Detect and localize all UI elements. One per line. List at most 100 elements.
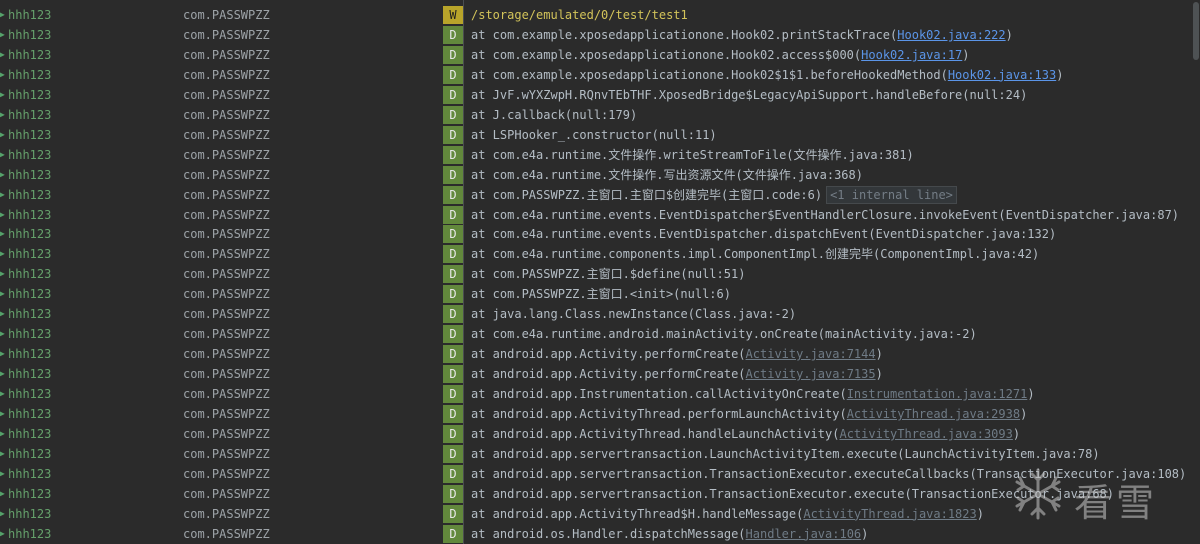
log-tag: hhh123: [8, 47, 52, 62]
log-tag: hhh123: [8, 27, 52, 42]
framework-source-link[interactable]: ActivityThread.java:2938: [847, 407, 1020, 421]
row-marker-icon: ▶: [0, 169, 5, 179]
log-row[interactable]: ▶ hhh123 com.PASSWPZZ Dat java.lang.Class.n…: [0, 304, 1192, 324]
log-row[interactable]: ▶ hhh123 com.PASSWPZZ Dat J.callback(null:1…: [0, 105, 1192, 125]
log-row[interactable]: ▶ hhh123 com.PASSWPZZ Dat android.app.Activ…: [0, 404, 1192, 424]
log-level-badge: D: [443, 145, 463, 164]
log-tag: hhh123: [8, 147, 52, 162]
vertical-scrollbar[interactable]: [1192, 0, 1200, 544]
log-row[interactable]: ▶ hhh123 com.PASSWPZZ Dat android.app.Activ…: [0, 504, 1192, 524]
message-text: ): [875, 347, 883, 362]
log-row[interactable]: ▶ hhh123 com.PASSWPZZ Dat android.app.Activ…: [0, 424, 1192, 444]
log-package: com.PASSWPZZ: [183, 307, 270, 322]
row-marker-icon: ▶: [0, 229, 5, 239]
folded-lines-toggle[interactable]: <1 internal line>: [826, 185, 957, 204]
row-marker-icon: ▶: [0, 508, 5, 518]
framework-source-link[interactable]: Activity.java:7135: [746, 367, 876, 381]
message-text: at com.e4a.runtime.文件操作.写出资源文件(文件操作.java…: [471, 167, 863, 182]
logcat-panel: ▶ hhh123 com.PASSWPZZ W/storage/emulated/0/…: [0, 0, 1200, 544]
log-tag: hhh123: [8, 227, 52, 242]
log-level-badge: D: [443, 245, 463, 264]
log-level-badge: D: [443, 65, 463, 84]
log-row[interactable]: ▶ hhh123 com.PASSWPZZ Dat com.example.xpose…: [0, 25, 1192, 45]
message-text: at android.app.servertransaction.Transac…: [471, 466, 1187, 481]
log-level-badge: D: [443, 125, 463, 144]
framework-source-link[interactable]: Activity.java:7144: [746, 347, 876, 361]
log-message: at com.example.xposedapplicationone.Hook…: [471, 25, 1013, 45]
log-level-badge: D: [443, 524, 463, 543]
log-package: com.PASSWPZZ: [183, 287, 270, 302]
row-marker-icon: ▶: [0, 249, 5, 259]
log-row[interactable]: ▶ hhh123 com.PASSWPZZ Dat JvF.wYXZwpH.RQnvT…: [0, 85, 1192, 105]
log-row[interactable]: ▶ hhh123 com.PASSWPZZ Dat android.app.serve…: [0, 444, 1192, 464]
log-level-badge: D: [443, 25, 463, 44]
message-text: at android.app.Activity.performCreate(: [471, 347, 746, 362]
log-level-badge: D: [443, 305, 463, 324]
log-tag: hhh123: [8, 247, 52, 262]
log-row[interactable]: ▶ hhh123 com.PASSWPZZ Dat LSPHooker_.constr…: [0, 125, 1192, 145]
message-text: ): [1005, 27, 1013, 42]
message-text: at com.e4a.runtime.components.impl.Compo…: [471, 247, 1040, 262]
log-row[interactable]: ▶ hhh123 com.PASSWPZZ Dat com.e4a.runtime.c…: [0, 244, 1192, 264]
row-marker-icon: ▶: [0, 69, 5, 79]
log-row[interactable]: ▶ hhh123 com.PASSWPZZ Dat com.e4a.runtime.e…: [0, 224, 1192, 244]
log-package: com.PASSWPZZ: [183, 387, 270, 402]
log-message: at com.e4a.runtime.components.impl.Compo…: [471, 244, 1039, 264]
column-divider: [463, 0, 464, 544]
log-package: com.PASSWPZZ: [183, 8, 270, 22]
log-row[interactable]: ▶ hhh123 com.PASSWPZZ W/storage/emulated/0/…: [0, 5, 1192, 25]
message-text: at android.app.ActivityThread.handleLaun…: [471, 426, 840, 441]
framework-source-link[interactable]: Instrumentation.java:1271: [847, 387, 1028, 401]
log-message: at com.e4a.runtime.文件操作.写出资源文件(文件操作.java…: [471, 165, 863, 185]
message-text: ): [976, 506, 984, 521]
log-package: com.PASSWPZZ: [183, 27, 270, 42]
message-text: at android.app.Activity.performCreate(: [471, 367, 746, 382]
framework-source-link[interactable]: Handler.java:106: [746, 527, 862, 541]
message-text: at android.app.ActivityThread.performLau…: [471, 407, 847, 421]
log-package: com.PASSWPZZ: [183, 426, 270, 441]
log-row[interactable]: ▶ hhh123 com.PASSWPZZ Dat android.app.Activ…: [0, 364, 1192, 384]
source-link[interactable]: Hook02.java:222: [897, 28, 1005, 42]
log-message: at com.example.xposedapplicationone.Hook…: [471, 45, 970, 65]
log-message: at com.example.xposedapplicationone.Hook…: [471, 65, 1063, 85]
source-link[interactable]: Hook02.java:17: [861, 48, 962, 62]
row-marker-icon: ▶: [0, 49, 5, 59]
framework-source-link[interactable]: ActivityThread.java:1823: [803, 507, 976, 521]
log-tag: hhh123: [8, 407, 52, 421]
log-tag: hhh123: [8, 486, 52, 501]
source-link[interactable]: Hook02.java:133: [948, 68, 1056, 82]
message-text: /storage/emulated/0/test/test1: [471, 8, 688, 22]
framework-source-link[interactable]: ActivityThread.java:3093: [839, 427, 1012, 441]
log-row[interactable]: ▶ hhh123 com.PASSWPZZ Dat com.example.xpose…: [0, 65, 1192, 85]
message-text: ): [1020, 407, 1028, 421]
log-row[interactable]: ▶ hhh123 com.PASSWPZZ Dat android.app.Activ…: [0, 344, 1192, 364]
log-package: com.PASSWPZZ: [183, 227, 270, 242]
log-row[interactable]: ▶ hhh123 com.PASSWPZZ Dat com.PASSWPZZ.主窗口.…: [0, 185, 1192, 205]
log-tag: hhh123: [8, 187, 52, 202]
message-text: at android.app.servertransaction.LaunchA…: [471, 446, 1100, 461]
log-message: at android.app.Activity.performCreate(Ac…: [471, 364, 883, 384]
log-tag: hhh123: [8, 446, 52, 461]
row-marker-icon: ▶: [0, 149, 5, 159]
message-text: ): [875, 367, 883, 382]
log-level-badge: D: [443, 424, 463, 443]
log-row[interactable]: ▶ hhh123 com.PASSWPZZ Dat android.app.serve…: [0, 464, 1192, 484]
row-marker-icon: ▶: [0, 448, 5, 458]
log-row[interactable]: ▶ hhh123 com.PASSWPZZ Dat com.PASSWPZZ.主窗口.…: [0, 284, 1192, 304]
log-row[interactable]: ▶ hhh123 com.PASSWPZZ Dat com.e4a.runtime.文…: [0, 165, 1192, 185]
log-row[interactable]: ▶ hhh123 com.PASSWPZZ Dat com.PASSWPZZ.主窗口.…: [0, 264, 1192, 284]
log-row[interactable]: ▶ hhh123 com.PASSWPZZ Dat android.app.Instr…: [0, 384, 1192, 404]
log-row[interactable]: ▶ hhh123 com.PASSWPZZ Dat com.e4a.runtime.文…: [0, 145, 1192, 165]
log-row[interactable]: ▶ hhh123 com.PASSWPZZ Dat com.e4a.runtime.e…: [0, 205, 1192, 225]
log-tag: hhh123: [8, 87, 52, 102]
log-row[interactable]: ▶ hhh123 com.PASSWPZZ Dat android.os.Handle…: [0, 524, 1192, 544]
log-row[interactable]: ▶ hhh123 com.PASSWPZZ Dat com.example.xpose…: [0, 45, 1192, 65]
scrollbar-thumb[interactable]: [1193, 2, 1199, 60]
log-message: at com.PASSWPZZ.主窗口.主窗口$创建完毕(主窗口.code:6)…: [471, 185, 957, 205]
row-marker-icon: ▶: [0, 189, 5, 199]
log-level-badge: D: [443, 504, 463, 523]
row-marker-icon: ▶: [0, 309, 5, 319]
log-row[interactable]: ▶ hhh123 com.PASSWPZZ Dat com.e4a.runtime.a…: [0, 324, 1192, 344]
log-row[interactable]: ▶ hhh123 com.PASSWPZZ Dat android.app.serve…: [0, 484, 1192, 504]
log-package: com.PASSWPZZ: [183, 67, 270, 82]
